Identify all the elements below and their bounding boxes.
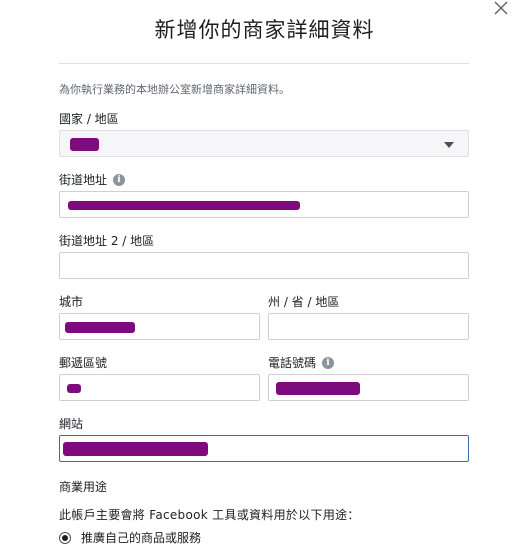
business-usage-heading: 商業用途 [59, 480, 108, 494]
website-label-text: 網站 [59, 417, 84, 431]
intro-text: 為你執行業務的本地辦公室新增商家詳細資料。 [59, 83, 290, 96]
website-label: 網站 [59, 415, 83, 432]
street-label-text: 街道地址 [59, 173, 108, 187]
phone-field[interactable] [268, 374, 469, 401]
redacted-phone [276, 382, 360, 395]
title-divider [59, 63, 469, 64]
postal-code-field[interactable] [59, 374, 260, 401]
redacted-street [68, 201, 300, 210]
website-field[interactable] [59, 435, 469, 462]
country-label: 國家 / 地區 [59, 110, 119, 127]
dialog-title: 新增你的商家詳細資料 [154, 18, 375, 42]
state-field[interactable] [268, 313, 469, 340]
street2-label-text: 街道地址 2 / 地區 [59, 234, 155, 248]
postal-label-text: 郵遞區號 [59, 356, 108, 370]
postal-label: 郵遞區號 [59, 354, 107, 371]
street2-label: 街道地址 2 / 地區 [59, 232, 154, 249]
country-select[interactable] [59, 130, 469, 157]
phone-label-text: 電話號碼 [268, 356, 317, 370]
chevron-down-icon [444, 142, 454, 148]
info-icon[interactable]: i [322, 356, 335, 369]
usage-option-own-products[interactable]: 推廣自己的商品或服務 [59, 529, 201, 546]
state-input[interactable] [269, 314, 468, 339]
street-address-2-field[interactable] [59, 252, 469, 279]
info-icon[interactable]: i [113, 173, 126, 186]
business-usage-description: 此帳戶主要會將 Facebook 工具或資料用於以下用途： [59, 508, 360, 522]
street-address-field[interactable] [59, 191, 469, 218]
usage-option-label: 推廣自己的商品或服務 [81, 531, 202, 545]
radio-selected-icon[interactable] [59, 531, 71, 544]
state-label-text: 州 / 省 / 地區 [268, 295, 340, 309]
city-label-text: 城市 [59, 295, 84, 309]
state-label: 州 / 省 / 地區 [268, 293, 339, 310]
street-address-2-input[interactable] [60, 253, 468, 278]
redacted-country [70, 138, 99, 151]
street-label: 街道地址 i [59, 171, 126, 188]
city-field[interactable] [59, 313, 260, 340]
city-label: 城市 [59, 293, 83, 310]
country-label-text: 國家 / 地區 [59, 112, 119, 126]
redacted-website [63, 442, 208, 456]
postal-code-input[interactable] [60, 375, 259, 400]
redacted-city [65, 322, 135, 333]
phone-label: 電話號碼 i [268, 354, 335, 371]
redacted-postal [67, 384, 81, 393]
